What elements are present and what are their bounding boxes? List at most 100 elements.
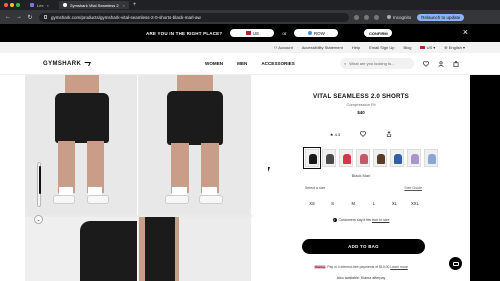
klarna-learn-more-link[interactable]: Learn more xyxy=(390,265,407,269)
extension-icon[interactable] xyxy=(354,14,359,20)
new-tab-icon[interactable]: + xyxy=(133,2,137,8)
product-image-detail-2[interactable] xyxy=(139,217,252,281)
tab-gymshark[interactable]: Gymshark Vital Seamless 2.0 S × xyxy=(58,1,129,9)
rating[interactable]: ★ 4.3 xyxy=(330,132,340,137)
klarna-logo: Klarna. xyxy=(314,265,327,269)
gallery-down-arrow-icon[interactable]: ⌄ xyxy=(34,215,43,224)
or-text: or xyxy=(282,30,287,36)
region-label: US xyxy=(426,45,433,50)
true-to-size-link[interactable]: true to size xyxy=(372,218,390,222)
forward-icon[interactable]: → xyxy=(16,14,22,20)
shorts-shape xyxy=(55,93,109,143)
window-controls[interactable] xyxy=(4,3,20,7)
color-swatch[interactable] xyxy=(373,149,387,167)
search-icon: ⌕ xyxy=(344,61,347,66)
leg-right xyxy=(201,143,219,193)
size-option-xl[interactable]: XL xyxy=(387,199,401,208)
gallery-scroll-thumb[interactable] xyxy=(39,166,41,194)
region-selector[interactable]: US ▾ xyxy=(420,45,435,50)
close-window-icon[interactable] xyxy=(4,3,8,7)
product-image-back[interactable] xyxy=(139,75,252,215)
nav-men[interactable]: MEN xyxy=(237,61,247,66)
add-to-bag-button[interactable]: ADD TO BAG xyxy=(302,239,425,254)
swatch-color xyxy=(360,154,368,164)
color-swatch[interactable] xyxy=(303,147,321,169)
accessibility-link[interactable]: Accessibility Statement xyxy=(302,45,343,50)
size-option-l[interactable]: L xyxy=(367,199,381,208)
swatch-color xyxy=(411,154,419,164)
address-bar[interactable]: gymshark.com/products/gymshark-vital-sea… xyxy=(39,12,349,22)
bookmark-star-icon[interactable] xyxy=(364,14,369,20)
language-selector[interactable]: ⊕ English ▾ xyxy=(444,45,465,50)
swatch-color xyxy=(343,154,351,164)
product-image-detail-1[interactable] xyxy=(25,217,138,281)
language-label: English xyxy=(448,45,462,50)
heart-icon[interactable] xyxy=(423,61,429,67)
tab-lex[interactable]: Lex × xyxy=(26,1,53,9)
gymshark-logo[interactable]: GYMSHARK xyxy=(43,60,92,67)
profile-icon[interactable] xyxy=(374,14,379,20)
account-label: Account xyxy=(278,45,293,50)
maximize-window-icon[interactable] xyxy=(16,3,20,7)
account-link[interactable]: ⚇ Account xyxy=(274,45,293,50)
gallery-scroll-indicator[interactable] xyxy=(37,162,41,207)
size-option-xs[interactable]: XS xyxy=(305,199,319,208)
selected-color-name: Black Marl xyxy=(351,173,371,178)
product-info-panel: VITAL SEAMLESS 2.0 SHORTS Compression Fi… xyxy=(252,75,470,281)
color-swatch[interactable] xyxy=(424,149,438,167)
shoe-right xyxy=(199,195,223,204)
size-guide-link[interactable]: Size Guide xyxy=(404,186,422,190)
row-region-button[interactable]: ROW xyxy=(294,29,339,37)
search-input[interactable]: ⌕ What are you looking fo... xyxy=(340,58,414,69)
color-swatch[interactable] xyxy=(390,149,404,167)
shoe-right xyxy=(87,195,109,204)
fit-note-text: Customers say it fits xyxy=(338,218,371,222)
back-icon[interactable]: ← xyxy=(5,14,11,20)
gymshark-favicon-icon xyxy=(62,3,67,7)
tab-close-icon[interactable]: × xyxy=(122,3,124,8)
bag-icon[interactable] xyxy=(453,61,459,67)
chat-button[interactable] xyxy=(448,256,463,271)
reload-icon[interactable]: ↻ xyxy=(27,14,33,21)
size-option-xxl[interactable]: XXL xyxy=(408,199,422,208)
nav-women[interactable]: WOMEN xyxy=(205,61,223,66)
size-header: Select a size Size Guide xyxy=(305,186,422,190)
color-swatch[interactable] xyxy=(356,149,370,167)
wishlist-heart-icon[interactable] xyxy=(360,131,367,137)
rating-value: 4.3 xyxy=(334,131,341,137)
lex-favicon-icon xyxy=(30,3,34,7)
nav-accessories[interactable]: ACCESSORIES xyxy=(261,61,294,66)
url-text[interactable]: gymshark.com/products/gymshark-vital-sea… xyxy=(51,15,201,20)
relaunch-button[interactable]: Relaunch to update xyxy=(417,13,465,21)
incognito-indicator[interactable]: Incognito xyxy=(387,15,411,20)
check-icon: ✓ xyxy=(332,218,337,223)
blog-link[interactable]: Blog xyxy=(403,45,411,50)
row-label: ROW xyxy=(313,30,325,36)
color-swatch[interactable] xyxy=(407,149,421,167)
incognito-icon xyxy=(387,15,391,19)
select-size-label: Select a size xyxy=(305,186,326,190)
close-banner-icon[interactable]: × xyxy=(463,27,468,37)
incognito-label: Incognito xyxy=(393,14,412,20)
tab-label: Lex xyxy=(37,2,44,8)
product-image-front[interactable] xyxy=(25,75,138,215)
swatch-color xyxy=(377,154,385,164)
mouse-cursor-icon xyxy=(268,167,270,172)
color-swatch[interactable] xyxy=(322,149,336,167)
tab-close-icon[interactable]: × xyxy=(46,3,48,8)
size-option-m[interactable]: M xyxy=(346,199,360,208)
swatch-color xyxy=(394,154,402,164)
confirm-button[interactable]: CONFIRM xyxy=(364,29,393,37)
color-swatches xyxy=(303,147,438,169)
logo-text: GYMSHARK xyxy=(43,60,82,67)
email-signup-link[interactable]: Email Sign Up xyxy=(369,45,394,50)
account-icon[interactable] xyxy=(438,61,444,67)
product-price: $40 xyxy=(357,110,365,115)
us-region-button[interactable]: US xyxy=(230,29,275,37)
minimize-window-icon[interactable] xyxy=(10,3,14,7)
help-link[interactable]: Help xyxy=(352,45,360,50)
color-swatch[interactable] xyxy=(339,149,353,167)
share-icon[interactable] xyxy=(386,131,392,137)
site-header: GYMSHARK WOMEN MEN ACCESSORIES ⌕ What ar… xyxy=(0,53,500,75)
size-option-s[interactable]: S xyxy=(326,199,340,208)
